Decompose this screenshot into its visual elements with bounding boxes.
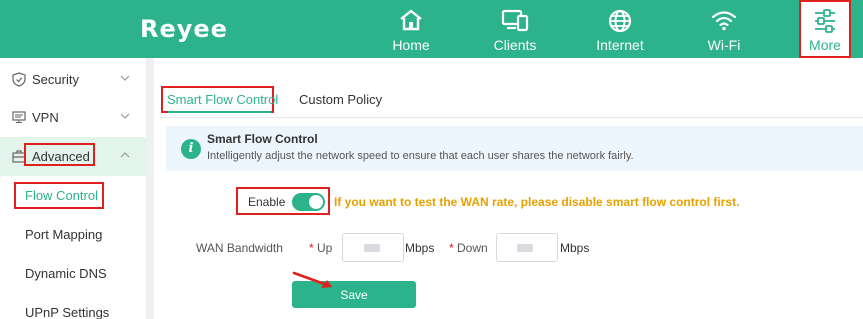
sidebar-item-security-label: Security <box>32 72 79 87</box>
redacted-value <box>517 244 533 252</box>
brand-logo: Reyee <box>140 15 228 43</box>
enable-label: Enable <box>248 195 286 209</box>
monitor-icon <box>12 111 26 123</box>
sidebar-subitem-dynamic-dns-label: Dynamic DNS <box>25 266 107 281</box>
redacted-value <box>364 244 380 252</box>
info-icon: i <box>181 139 201 159</box>
sidebar-item-security[interactable]: Security <box>0 60 146 99</box>
shield-icon <box>12 72 26 87</box>
wifi-icon <box>711 11 737 31</box>
down-label-text: Down <box>457 241 488 255</box>
highlight-box-advanced <box>24 143 95 166</box>
red-arrow-annotation <box>292 271 332 288</box>
home-icon <box>400 9 422 31</box>
tab-smart-flow-control[interactable]: Smart Flow Control <box>167 92 278 107</box>
wan-bandwidth-label: WAN Bandwidth <box>196 241 283 255</box>
nav-wifi-label: Wi-Fi <box>707 37 741 53</box>
sidebar-subitem-upnp-settings[interactable]: UPnP Settings <box>0 293 146 319</box>
up-unit: Mbps <box>405 241 435 255</box>
info-title: Smart Flow Control <box>207 132 318 146</box>
tab-custom-policy[interactable]: Custom Policy <box>299 92 382 107</box>
top-nav-bar: Reyee Home Clients Internet Wi-Fi <box>0 0 863 58</box>
sidebar-divider <box>146 58 154 319</box>
chevron-down-icon <box>120 113 130 119</box>
info-description: Intelligently adjust the network speed t… <box>207 150 634 162</box>
sidebar-subitem-upnp-settings-label: UPnP Settings <box>25 305 110 319</box>
chevron-down-icon <box>120 75 130 81</box>
up-label-text: Up <box>317 241 333 255</box>
enable-toggle[interactable] <box>292 193 325 211</box>
down-label: * Down <box>449 241 488 255</box>
sidebar-subitem-port-mapping[interactable]: Port Mapping <box>0 215 146 254</box>
nav-more[interactable]: More <box>799 0 851 58</box>
sidebar-subitem-dynamic-dns[interactable]: Dynamic DNS <box>0 254 146 293</box>
highlight-box-flow-control <box>14 182 104 209</box>
warning-text: If you want to test the WAN rate, please… <box>334 195 740 209</box>
info-banner: i Smart Flow Control Intelligently adjus… <box>166 126 863 171</box>
nav-internet-label: Internet <box>596 37 644 53</box>
sidebar-item-vpn-label: VPN <box>32 110 59 125</box>
sidebar-item-vpn[interactable]: VPN <box>0 98 146 137</box>
nav-internet[interactable]: Internet <box>575 0 665 58</box>
devices-icon <box>501 9 529 32</box>
sidebar-subitem-port-mapping-label: Port Mapping <box>25 227 103 242</box>
chevron-up-icon <box>120 152 130 158</box>
nav-home[interactable]: Home <box>366 0 456 58</box>
nav-clients-label: Clients <box>493 37 537 53</box>
nav-clients[interactable]: Clients <box>470 0 560 58</box>
globe-icon <box>608 9 632 33</box>
tab-active-indicator <box>168 111 271 113</box>
nav-home-label: Home <box>392 37 430 53</box>
toggle-knob <box>309 195 323 209</box>
nav-wifi[interactable]: Wi-Fi <box>679 0 769 58</box>
down-unit: Mbps <box>560 241 590 255</box>
tab-divider <box>160 117 863 118</box>
nav-more-label: More <box>809 37 841 53</box>
sliders-icon <box>815 9 835 33</box>
up-label: * Up <box>309 241 333 255</box>
